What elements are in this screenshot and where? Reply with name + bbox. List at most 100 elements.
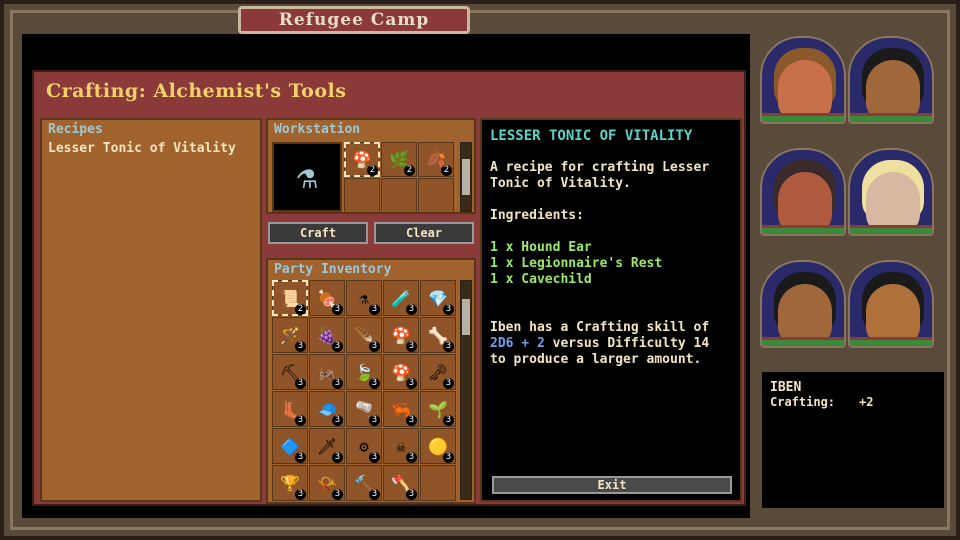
- workstation-slot[interactable]: [381, 178, 417, 213]
- inventory-slot[interactable]: ⛏ 3: [272, 354, 308, 390]
- party-portrait[interactable]: [760, 148, 846, 236]
- inventory-slot[interactable]: 🫗 3: [346, 391, 382, 427]
- inventory-slot[interactable]: 🏆 3: [272, 465, 308, 501]
- party-portrait[interactable]: [760, 260, 846, 348]
- inventory-slot[interactable]: 🪶 3: [346, 317, 382, 353]
- inventory-slot[interactable]: 🧪 3: [383, 280, 419, 316]
- party-portrait[interactable]: [848, 260, 934, 348]
- workstation-panel: Workstation ⚗ 🍄 2 🌿 2 🍂 2: [266, 118, 476, 214]
- inventory-slot[interactable]: 🍃 3: [346, 354, 382, 390]
- exit-button[interactable]: Exit: [492, 476, 732, 494]
- workstation-slot[interactable]: 🍂 2: [418, 142, 454, 177]
- party-portrait[interactable]: [848, 36, 934, 124]
- inventory-slot[interactable]: 💎 3: [420, 280, 456, 316]
- workstation-slot[interactable]: [344, 178, 380, 213]
- item-count: 3: [369, 415, 380, 426]
- skill-difficulty: 14: [693, 336, 710, 351]
- inventory-slot[interactable]: [420, 465, 456, 501]
- character-name: IBEN: [770, 380, 802, 395]
- item-count: 3: [295, 378, 306, 389]
- stamina-bar: [850, 340, 932, 346]
- character-panel: IBEN Crafting: +2: [760, 370, 946, 510]
- potion-icon: ⚗: [359, 288, 369, 308]
- stamina-bar: [762, 228, 844, 234]
- item-count: 3: [406, 341, 417, 352]
- inventory-slot[interactable]: 🪓 3: [383, 465, 419, 501]
- workstation-scrollbar[interactable]: [460, 142, 472, 212]
- item-count: 2: [441, 165, 452, 176]
- item-count: 3: [443, 415, 454, 426]
- crafting-title: Crafting: Alchemist's Tools: [46, 80, 347, 102]
- party-portrait[interactable]: [760, 36, 846, 124]
- inventory-slot[interactable]: ☠ 3: [383, 428, 419, 464]
- ingredients-label: Ingredients:: [490, 208, 584, 223]
- inventory-slot[interactable]: 🦐 3: [383, 391, 419, 427]
- clear-button[interactable]: Clear: [374, 222, 474, 244]
- inventory-slot[interactable]: 🟡 3: [420, 428, 456, 464]
- recipe-item[interactable]: Lesser Tonic of Vitality: [42, 139, 260, 158]
- inventory-slot[interactable]: 📯 3: [309, 465, 345, 501]
- item-count: 3: [406, 304, 417, 315]
- inventory-slot[interactable]: ⚗ 3: [346, 280, 382, 316]
- inventory-slot[interactable]: 🗝 3: [420, 354, 456, 390]
- stamina-bar: [850, 116, 932, 122]
- workstation-slot[interactable]: [418, 178, 454, 213]
- item-count: 3: [443, 341, 454, 352]
- inventory-slot[interactable]: 🗡 3: [309, 428, 345, 464]
- inventory-slot[interactable]: 🔨 3: [346, 465, 382, 501]
- inventory-slot[interactable]: 🦴 3: [420, 317, 456, 353]
- inventory-slot[interactable]: 🍄 3: [383, 317, 419, 353]
- inventory-slot[interactable]: 🪄 3: [272, 317, 308, 353]
- stamina-bar: [762, 116, 844, 122]
- inventory-slot[interactable]: 🔷 3: [272, 428, 308, 464]
- item-count: 3: [443, 452, 454, 463]
- location-title: Refugee Camp: [238, 6, 470, 34]
- crafting-stat-value: +2: [859, 395, 874, 409]
- inventory-slot[interactable]: 🍄 3: [383, 354, 419, 390]
- item-count: 3: [332, 452, 343, 463]
- craft-button[interactable]: Craft: [268, 222, 368, 244]
- skill-value: 2D6 + 2: [490, 336, 545, 351]
- item-count: 3: [295, 489, 306, 500]
- workstation-slot[interactable]: 🌿 2: [381, 142, 417, 177]
- inventory-grid: 📜 2 🍖 3 ⚗ 3 🧪 3 💎 3 🪄 3 🍇 3 🪶 3 🍄 3 🦴 3 ⛏ 3 🦗 3 🍃 3 🍄 3 🗝 3 👢 3 🧢 3 🫗 3 🦐 3 🌱 3…: [272, 280, 456, 501]
- item-count: 3: [332, 341, 343, 352]
- item-count: 3: [295, 341, 306, 352]
- inventory-scrollbar[interactable]: [460, 280, 472, 500]
- workstation-slot[interactable]: 🍄 2: [344, 142, 380, 177]
- inventory-slot[interactable]: ⚙ 3: [346, 428, 382, 464]
- recipe-title: LESSER TONIC OF VITALITY: [490, 128, 693, 144]
- ingredients-list: 1 x Hound Ear 1 x Legionnaire's Rest 1 x C…: [490, 240, 732, 288]
- party-portrait[interactable]: [848, 148, 934, 236]
- inventory-slot[interactable]: 🍖 3: [309, 280, 345, 316]
- item-count: 3: [332, 378, 343, 389]
- workstation-label: Workstation: [274, 122, 361, 137]
- workstation-scrollbar-thumb[interactable]: [462, 159, 470, 195]
- crafting-stat-label: Crafting:: [770, 395, 836, 409]
- item-count: 3: [332, 489, 343, 500]
- inventory-panel: Party Inventory 📜 2 🍖 3 ⚗ 3 🧪 3 💎 3 🪄 3 🍇 3 🪶 3 🍄 3 🦴 3 ⛏ 3 🦗 3…: [266, 258, 476, 504]
- recipe-intro: A recipe for crafting Lesser Tonic of Vi…: [490, 160, 710, 191]
- skill-check-text: Iben has a Crafting skill of 2D6 + 2 ver…: [490, 320, 732, 368]
- inventory-slot[interactable]: 🌱 3: [420, 391, 456, 427]
- inventory-scrollbar-thumb[interactable]: [462, 299, 470, 335]
- inventory-slot[interactable]: 🦗 3: [309, 354, 345, 390]
- item-count: 2: [295, 304, 306, 315]
- inventory-slot[interactable]: 🍇 3: [309, 317, 345, 353]
- item-count: 3: [369, 452, 380, 463]
- item-count: 3: [406, 378, 417, 389]
- item-count: 3: [406, 452, 417, 463]
- ingredient-item: 1 x Hound Ear: [490, 240, 592, 255]
- inventory-slot[interactable]: 👢 3: [272, 391, 308, 427]
- item-count: 3: [332, 304, 343, 315]
- crossbones-icon: ☠: [396, 436, 406, 456]
- stamina-bar: [762, 340, 844, 346]
- inventory-slot[interactable]: 🧢 3: [309, 391, 345, 427]
- item-count: 2: [367, 165, 378, 176]
- recipes-label: Recipes: [48, 122, 103, 137]
- item-count: 3: [369, 341, 380, 352]
- inventory-label: Party Inventory: [274, 262, 392, 277]
- recipe-description-panel: LESSER TONIC OF VITALITY A recipe for cr…: [480, 118, 742, 502]
- ingredient-item: 1 x Legionnaire's Rest: [490, 256, 663, 271]
- inventory-slot[interactable]: 📜 2: [272, 280, 308, 316]
